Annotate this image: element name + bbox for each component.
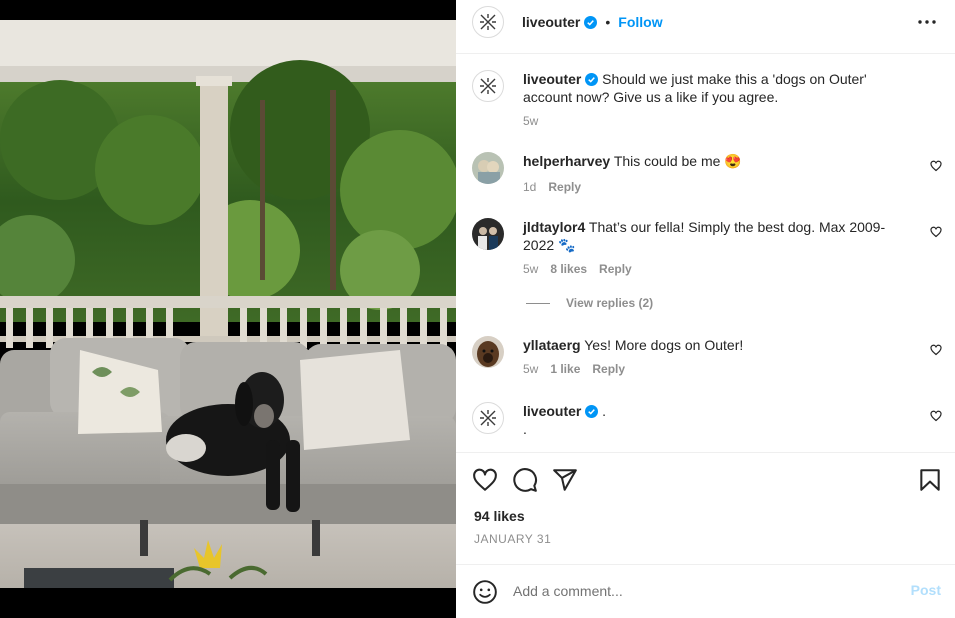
caption-username[interactable]: liveouter <box>523 71 581 87</box>
comment-meta: 5w 1 like Reply <box>523 362 625 376</box>
like-comment-heart-icon[interactable] <box>930 226 942 238</box>
likes-count[interactable]: 94 likes <box>474 508 525 524</box>
verified-icon <box>585 73 599 86</box>
reply-button[interactable]: Reply <box>592 362 625 376</box>
avatar-image <box>472 336 504 368</box>
reply-button[interactable]: Reply <box>599 262 632 276</box>
view-replies-line <box>526 302 550 304</box>
comment-meta: 5w 8 likes Reply <box>523 262 632 276</box>
post-photo-image <box>0 20 456 588</box>
post-photo-frame <box>0 0 456 618</box>
like-comment-heart-icon[interactable] <box>930 344 942 356</box>
outer-logo-icon <box>480 410 496 426</box>
caption-time[interactable]: 5w <box>523 114 538 128</box>
comment-username[interactable]: liveouter <box>523 403 581 419</box>
comment-body: liveouter . . <box>523 402 913 438</box>
comment-text: This could be me 😍 <box>613 153 742 169</box>
comment-time[interactable]: 5w <box>523 362 538 376</box>
post-header: liveouter • Follow <box>456 0 955 54</box>
commenter-avatar[interactable] <box>472 336 504 368</box>
reply-button[interactable]: Reply <box>548 180 581 194</box>
avatar-image <box>472 218 504 250</box>
caption-body: liveouter Should we just make this a 'do… <box>523 70 893 106</box>
outer-logo-icon <box>480 78 496 94</box>
heart-icon[interactable] <box>472 467 498 493</box>
comment-input[interactable] <box>513 580 893 602</box>
comment-likes[interactable]: 1 like <box>550 362 580 376</box>
comment-meta: 1d Reply <box>523 180 581 194</box>
post-date[interactable]: JANUARY 31 <box>474 532 551 546</box>
caption-meta: 5w <box>523 114 538 128</box>
commenter-avatar[interactable] <box>472 152 504 184</box>
comment-username[interactable]: jldtaylor4 <box>523 219 585 235</box>
more-options-button[interactable] <box>917 12 937 32</box>
comment-text: Yes! More dogs on Outer! <box>584 337 744 353</box>
more-icon <box>918 20 936 24</box>
commenter-avatar[interactable] <box>472 218 504 250</box>
verified-icon <box>584 15 598 29</box>
avatar-image <box>472 152 504 184</box>
caption-avatar[interactable] <box>472 70 504 102</box>
author-username[interactable]: liveouter <box>522 14 580 30</box>
add-comment-bar: Post <box>456 564 955 618</box>
comment-body: yllataerg Yes! More dogs on Outer! <box>523 336 913 354</box>
separator-dot: • <box>605 14 611 30</box>
comment-text: . <box>602 403 607 419</box>
like-comment-heart-icon[interactable] <box>930 160 942 172</box>
like-comment-heart-icon[interactable] <box>930 410 942 422</box>
comment-text-line2: . <box>523 421 527 437</box>
post-comment-button[interactable]: Post <box>911 582 941 598</box>
comment-body: jldtaylor4 That’s our fella! Simply the … <box>523 218 903 254</box>
commenter-avatar[interactable] <box>472 402 504 434</box>
bookmark-icon[interactable] <box>917 467 943 493</box>
outer-logo-icon <box>480 14 496 30</box>
comment-time[interactable]: 5w <box>523 262 538 276</box>
verified-icon <box>585 405 599 418</box>
comment-icon[interactable] <box>512 467 538 493</box>
view-replies-button[interactable]: View replies (2) <box>526 296 653 310</box>
view-replies-label: View replies (2) <box>566 296 654 310</box>
comment-username[interactable]: yllataerg <box>523 337 581 353</box>
post-actions: 94 likes JANUARY 31 <box>456 452 955 564</box>
post-details-panel: liveouter • Follow liveouter Should we j… <box>456 0 955 618</box>
emoji-icon[interactable] <box>472 579 498 605</box>
comment-time[interactable]: 1d <box>523 180 536 194</box>
comment-username[interactable]: helperharvey <box>523 153 610 169</box>
author-avatar[interactable] <box>472 6 504 38</box>
post-photo[interactable] <box>0 20 456 588</box>
follow-button[interactable]: Follow <box>618 14 662 30</box>
comments-list[interactable]: liveouter Should we just make this a 'do… <box>456 54 955 452</box>
comment-body: helperharvey This could be me 😍 <box>523 152 913 170</box>
share-icon[interactable] <box>552 467 578 493</box>
comment-likes[interactable]: 8 likes <box>550 262 587 276</box>
